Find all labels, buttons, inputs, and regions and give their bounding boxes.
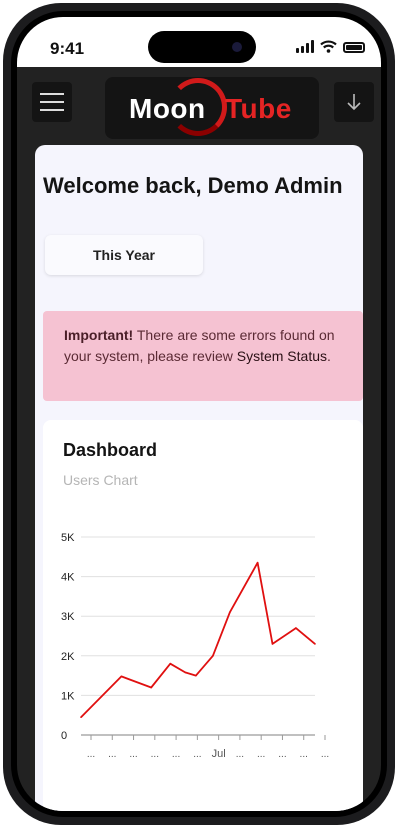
y-tick-label: 0 <box>61 730 67 742</box>
x-tick-label: ... <box>129 749 137 760</box>
users-chart: 0 1K 2K 3K 4K 5K.................. Jul........… <box>61 532 329 760</box>
battery-icon <box>343 42 365 53</box>
phone-bezel: 9:41 Moon Tube Welcome back, Demo Admin … <box>11 11 387 817</box>
data-point <box>314 643 316 645</box>
error-alert: Important! There are some errors found o… <box>43 311 363 401</box>
x-tick-label: ... <box>278 749 286 760</box>
x-tick-label: ... <box>300 749 308 760</box>
status-icons <box>296 39 365 53</box>
dashboard-card: Dashboard Users Chart 0 1K 2K 3K 4K 5K.......… <box>43 420 363 811</box>
dashboard-title: Dashboard <box>63 440 158 460</box>
x-tick-label: ... <box>236 749 244 760</box>
data-point <box>256 561 259 564</box>
data-point <box>295 627 297 629</box>
status-bar: 9:41 <box>17 17 381 67</box>
app-header: Moon Tube <box>17 67 381 145</box>
alert-end: . <box>327 348 331 364</box>
x-tick-label: Jul <box>212 748 226 760</box>
y-tick-label: 1K <box>61 690 75 702</box>
data-point <box>212 655 214 657</box>
x-tick-label: ... <box>193 749 201 760</box>
y-tick-label: 3K <box>61 611 75 623</box>
hamburger-icon <box>40 93 64 95</box>
users-series-line <box>80 561 316 718</box>
x-tick-label: ... <box>257 749 265 760</box>
arrow-down-icon <box>347 94 361 111</box>
phone-frame: 9:41 Moon Tube Welcome back, Demo Admin … <box>3 3 395 825</box>
main-content: Welcome back, Demo Admin This Year Impor… <box>35 145 363 811</box>
menu-button[interactable] <box>32 82 72 122</box>
period-filter-button[interactable]: This Year <box>45 235 203 275</box>
x-tick-label: ... <box>321 749 329 760</box>
page-title: Welcome back, Demo Admin <box>43 173 343 198</box>
system-status-link[interactable]: System Status <box>237 348 327 364</box>
data-point <box>120 675 123 678</box>
data-point <box>80 716 82 718</box>
x-tick-label: ... <box>172 749 180 760</box>
alert-strong: Important! <box>64 327 134 343</box>
status-time: 9:41 <box>50 39 85 58</box>
data-point <box>184 671 187 674</box>
wifi-icon <box>320 40 337 53</box>
y-tick-label: 2K <box>61 651 75 663</box>
data-point <box>169 662 172 665</box>
screen: 9:41 Moon Tube Welcome back, Demo Admin … <box>17 17 381 811</box>
x-tick-label: ... <box>87 749 95 760</box>
x-tick-label: ... <box>151 749 159 760</box>
dynamic-island <box>148 31 256 63</box>
logo-text-tube: Tube <box>225 93 292 124</box>
users-chart-subtitle: Users Chart <box>63 472 138 488</box>
logo-text-moon: Moon <box>129 93 206 124</box>
x-tick-label: ... <box>108 749 116 760</box>
data-point <box>150 686 152 689</box>
signal-icon <box>296 40 314 53</box>
y-tick-label: 5K <box>61 532 75 544</box>
data-point <box>195 674 197 677</box>
download-button[interactable] <box>334 82 374 122</box>
camera-icon <box>232 42 242 52</box>
data-point <box>229 611 231 614</box>
brand-logo[interactable]: Moon Tube <box>105 77 319 139</box>
data-point <box>271 643 274 645</box>
y-tick-label: 4K <box>61 572 75 584</box>
